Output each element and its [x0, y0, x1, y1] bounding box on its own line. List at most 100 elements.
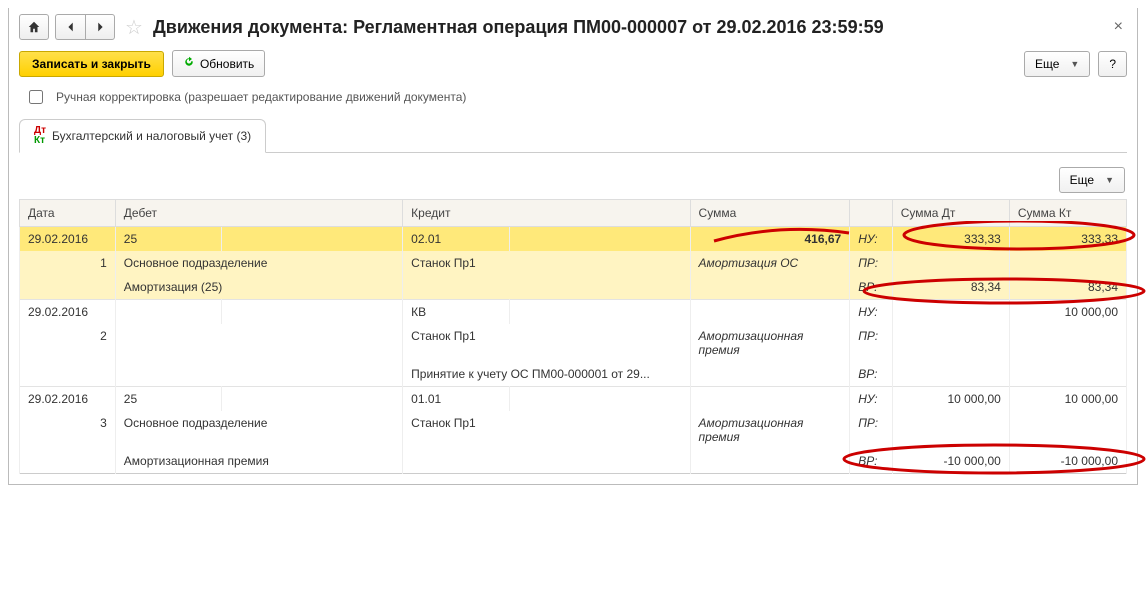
cell-credit-sub1: Станок Пр1	[403, 251, 690, 275]
cell-pr-label: ПР:	[850, 251, 893, 275]
col-date: Дата	[20, 200, 116, 227]
cell-nu-kt: 333,33	[1009, 227, 1126, 252]
cell-vr-label: ВР:	[850, 275, 893, 300]
refresh-button[interactable]: Обновить	[172, 50, 265, 77]
cell-num: 3	[20, 411, 116, 449]
table-row[interactable]: Амортизационная премия ВР: -10 000,00 -1…	[20, 449, 1127, 474]
grid-more-label: Еще	[1070, 173, 1094, 187]
col-sum-kt: Сумма Кт	[1009, 200, 1126, 227]
cell-nu-label: НУ:	[850, 387, 893, 412]
chevron-down-icon: ▼	[1070, 59, 1079, 69]
more-button[interactable]: Еще ▼	[1024, 51, 1090, 77]
manual-correction-checkbox[interactable]	[29, 90, 43, 104]
cell-pr-kt	[1009, 324, 1126, 362]
arrow-left-icon	[64, 20, 78, 34]
cell-credit-sub1: Станок Пр1	[403, 411, 690, 449]
col-debit: Дебет	[115, 200, 402, 227]
cell-vr-kt: -10 000,00	[1009, 449, 1126, 474]
help-button[interactable]: ?	[1098, 51, 1127, 77]
cell-pr-kt	[1009, 411, 1126, 449]
col-sum-dt: Сумма Дт	[892, 200, 1009, 227]
cell-nu-label: НУ:	[850, 300, 893, 325]
cell-nu-kt: 10 000,00	[1009, 300, 1126, 325]
table-row[interactable]: Амортизация (25) ВР: 83,34 83,34	[20, 275, 1127, 300]
grid-more-button[interactable]: Еще ▼	[1059, 167, 1125, 193]
cell-credit-sub2	[403, 275, 690, 300]
cell-credit-acc: КВ	[403, 300, 509, 325]
close-button[interactable]: ×	[1110, 18, 1127, 36]
cell-pr-kt	[1009, 251, 1126, 275]
table-row[interactable]: 2 Станок Пр1 Амортизационная премия ПР:	[20, 324, 1127, 362]
cell-credit-acc: 01.01	[403, 387, 509, 412]
cell-credit-acc: 02.01	[403, 227, 509, 252]
cell-debit-sub2: Амортизационная премия	[115, 449, 402, 474]
table-row[interactable]: 29.02.2016 КВ НУ: 10 000,00	[20, 300, 1127, 325]
save-and-close-button[interactable]: Записать и закрыть	[19, 51, 164, 77]
table-row[interactable]: Принятие к учету ОС ПМ00-000001 от 29...…	[20, 362, 1127, 387]
page-title: Движения документа: Регламентная операци…	[153, 17, 884, 38]
table-header-row: Дата Дебет Кредит Сумма Сумма Дт Сумма К…	[20, 200, 1127, 227]
cell-vr-kt	[1009, 362, 1126, 387]
cell-debit-acc	[115, 300, 221, 325]
cell-pr-label: ПР:	[850, 324, 893, 362]
cell-pr-dt	[892, 324, 1009, 362]
refresh-label: Обновить	[200, 57, 254, 71]
cell-vr-label: ВР:	[850, 362, 893, 387]
favorite-star-icon[interactable]: ☆	[125, 15, 143, 40]
col-credit: Кредит	[403, 200, 690, 227]
manual-correction-row[interactable]: Ручная корректировка (разрешает редактир…	[25, 87, 1127, 107]
table-row[interactable]: 29.02.2016 25 01.01 НУ: 10 000,00 10 000…	[20, 387, 1127, 412]
cell-sum-desc: Амортизационная премия	[690, 324, 850, 362]
cell-num: 1	[20, 251, 116, 275]
cell-nu-kt: 10 000,00	[1009, 387, 1126, 412]
manual-correction-label: Ручная корректировка (разрешает редактир…	[56, 90, 466, 104]
arrow-right-icon	[93, 20, 107, 34]
col-lbl	[850, 200, 893, 227]
cell-date: 29.02.2016	[20, 387, 116, 412]
cell-sum	[690, 387, 850, 412]
cell-sum-desc: Амортизационная премия	[690, 411, 850, 449]
table-row[interactable]: 1 Основное подразделение Станок Пр1 Амор…	[20, 251, 1127, 275]
chevron-down-icon: ▼	[1105, 175, 1114, 185]
col-sum: Сумма	[690, 200, 850, 227]
more-label: Еще	[1035, 57, 1059, 71]
cell-date: 29.02.2016	[20, 227, 116, 252]
cell-vr-kt: 83,34	[1009, 275, 1126, 300]
cell-debit-acc: 25	[115, 387, 221, 412]
postings-table[interactable]: Дата Дебет Кредит Сумма Сумма Дт Сумма К…	[19, 199, 1127, 474]
cell-debit-sub1	[115, 324, 402, 362]
cell-pr-dt	[892, 251, 1009, 275]
refresh-icon	[183, 56, 195, 71]
cell-debit-sub1: Основное подразделение	[115, 251, 402, 275]
cell-debit-acc: 25	[115, 227, 221, 252]
cell-nu-dt: 333,33	[892, 227, 1009, 252]
cell-vr-dt: 83,34	[892, 275, 1009, 300]
cell-nu-dt	[892, 300, 1009, 325]
cell-num: 2	[20, 324, 116, 362]
cell-sum	[690, 300, 850, 325]
cell-credit-sub2: Принятие к учету ОС ПМ00-000001 от 29...	[403, 362, 690, 387]
table-row[interactable]: 29.02.2016 25 02.01 416,67 НУ: 333,33 33…	[20, 227, 1127, 252]
cell-vr-dt: -10 000,00	[892, 449, 1009, 474]
cell-pr-label: ПР:	[850, 411, 893, 449]
nav-group	[55, 14, 115, 40]
back-button[interactable]	[55, 14, 85, 40]
forward-button[interactable]	[85, 14, 115, 40]
cell-debit-sub1: Основное подразделение	[115, 411, 402, 449]
cell-credit-sub2	[403, 449, 690, 474]
tab-label: Бухгалтерский и налоговый учет (3)	[52, 129, 251, 143]
cell-debit-sub2: Амортизация (25)	[115, 275, 402, 300]
tab-accounting[interactable]: ДтКт Бухгалтерский и налоговый учет (3)	[19, 119, 266, 153]
cell-date: 29.02.2016	[20, 300, 116, 325]
dtkt-icon: ДтКт	[34, 126, 46, 146]
cell-sum-desc: Амортизация ОС	[690, 251, 850, 275]
table-row[interactable]: 3 Основное подразделение Станок Пр1 Амор…	[20, 411, 1127, 449]
cell-credit-sub1: Станок Пр1	[403, 324, 690, 362]
cell-debit-sub2	[115, 362, 402, 387]
home-icon	[27, 20, 41, 34]
cell-pr-dt	[892, 411, 1009, 449]
cell-nu-dt: 10 000,00	[892, 387, 1009, 412]
cell-vr-dt	[892, 362, 1009, 387]
cell-sum: 416,67	[690, 227, 850, 252]
home-button[interactable]	[19, 14, 49, 40]
